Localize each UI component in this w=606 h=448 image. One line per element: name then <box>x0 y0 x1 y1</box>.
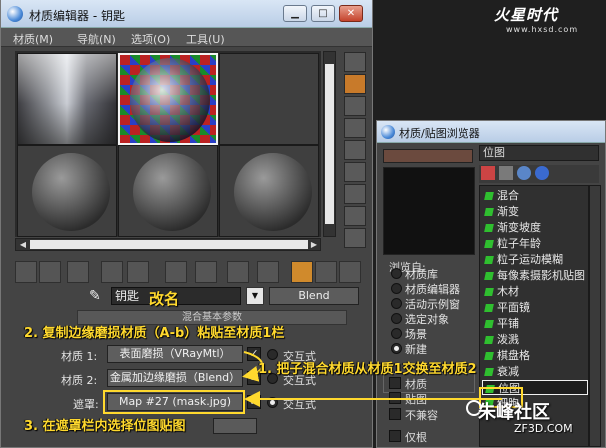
annotation-step-3: 3. 在遮罩栏内选择位图贴图 <box>24 419 186 434</box>
hxsd-logo: 火星时代 <box>494 6 559 24</box>
annotation-step-2: 2. 复制边缘磨损材质（A-b）粘贴至材质1栏 <box>24 326 285 341</box>
annotation-arrows <box>103 351 523 414</box>
zf3d-url: ZF3D.COM <box>514 422 573 435</box>
hxsd-url: www.hxsd.com <box>506 25 579 34</box>
annotation-step-1: 1. 把子混合材质从材质1交换至材质2 <box>258 362 477 377</box>
zf3d-watermark: 朱峰社区 <box>478 402 550 423</box>
mask-highlight-box <box>103 390 245 414</box>
annotation-rename: 改名 <box>149 290 180 308</box>
